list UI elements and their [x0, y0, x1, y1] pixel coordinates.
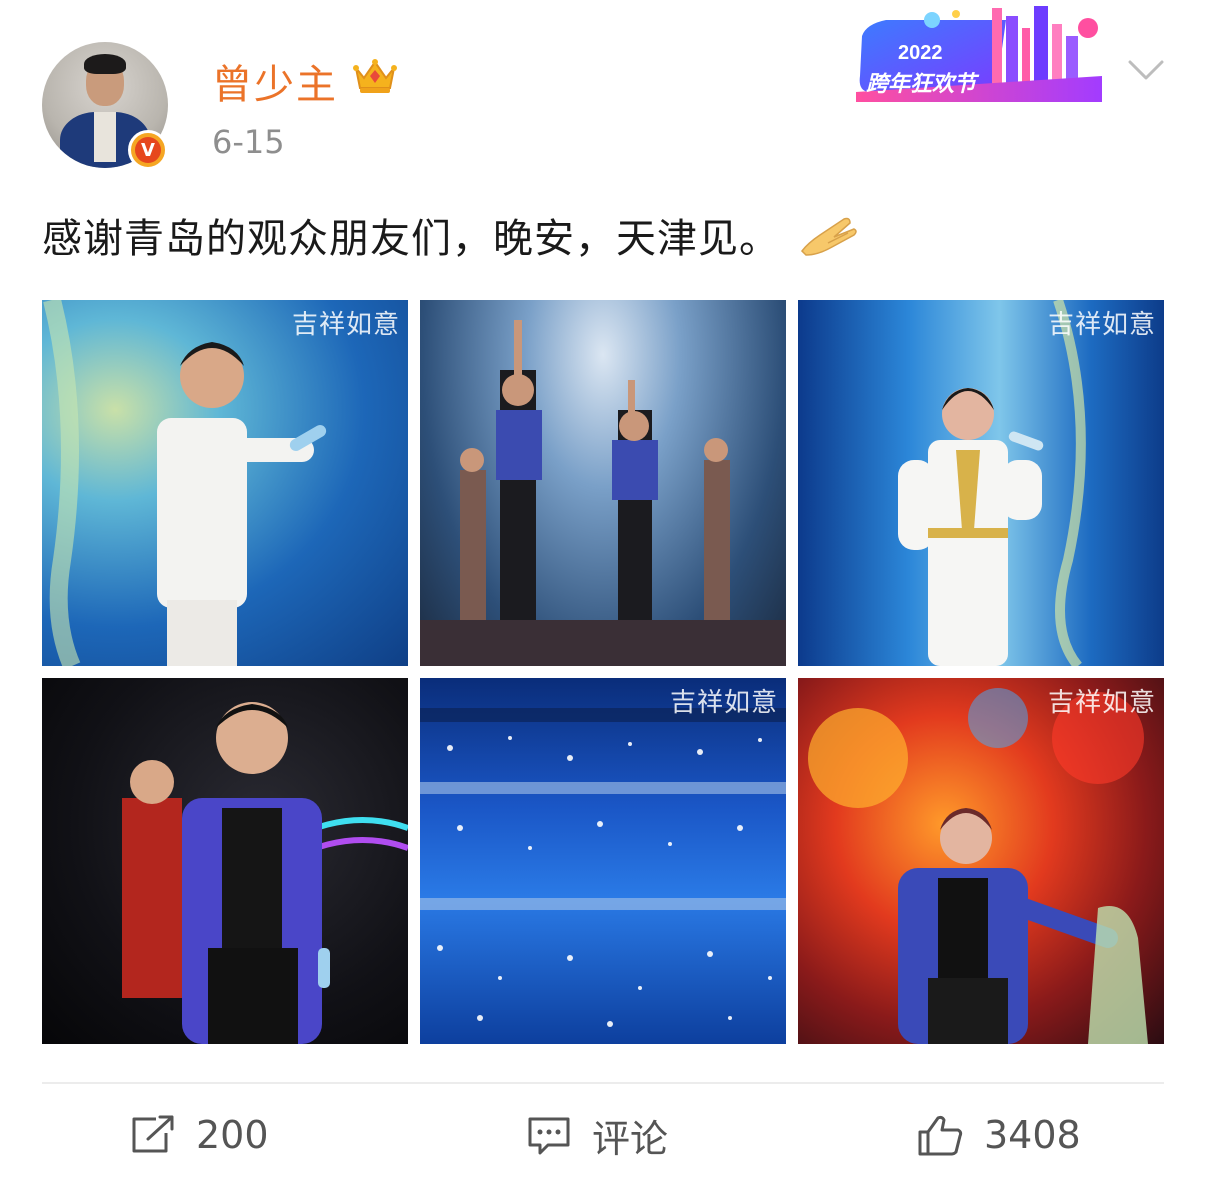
photo-5[interactable]: 吉祥如意	[420, 678, 786, 1044]
repost-icon	[132, 1115, 174, 1153]
palms-together-icon	[801, 217, 857, 256]
post-text-body: 感谢青岛的观众朋友们，晚安，天津见。	[42, 216, 780, 262]
like-button[interactable]: 3408	[916, 1110, 1081, 1160]
action-bar-divider	[42, 1082, 1164, 1084]
photo-4[interactable]	[42, 678, 408, 1044]
photo-1[interactable]: 吉祥如意	[42, 300, 408, 666]
chevron-down-icon[interactable]	[1126, 56, 1166, 84]
thumbs-up-icon	[918, 1115, 963, 1156]
verified-badge-icon: V	[128, 130, 168, 170]
like-count: 3408	[984, 1113, 1081, 1157]
post-text: 感谢青岛的观众朋友们，晚安，天津见。	[42, 206, 858, 264]
comment-label: 评论	[592, 1116, 669, 1161]
verified-badge-label: V	[135, 137, 161, 163]
promo-title: 跨年狂欢节	[866, 72, 977, 97]
post-date: 6-15	[212, 123, 285, 161]
photo-6[interactable]: 吉祥如意	[798, 678, 1164, 1044]
photo-3[interactable]: 吉祥如意	[798, 300, 1164, 666]
comment-icon	[528, 1117, 570, 1155]
photo-5-watermark: 吉祥如意	[669, 688, 778, 718]
repost-count: 200	[196, 1113, 269, 1157]
photo-2[interactable]	[420, 300, 786, 666]
photo-6-watermark: 吉祥如意	[1047, 688, 1156, 718]
comment-button[interactable]: 评论	[526, 1110, 669, 1161]
repost-button[interactable]: 200	[130, 1110, 269, 1160]
photo-3-watermark: 吉祥如意	[1047, 310, 1156, 340]
photo-1-watermark: 吉祥如意	[291, 310, 400, 340]
username[interactable]: 曾少主	[212, 52, 338, 110]
promo-year: 2022	[898, 42, 943, 64]
crown-icon	[353, 59, 397, 93]
photo-grid: 吉祥如意 吉祥如意 吉祥如意 吉祥如意	[42, 300, 1164, 1044]
